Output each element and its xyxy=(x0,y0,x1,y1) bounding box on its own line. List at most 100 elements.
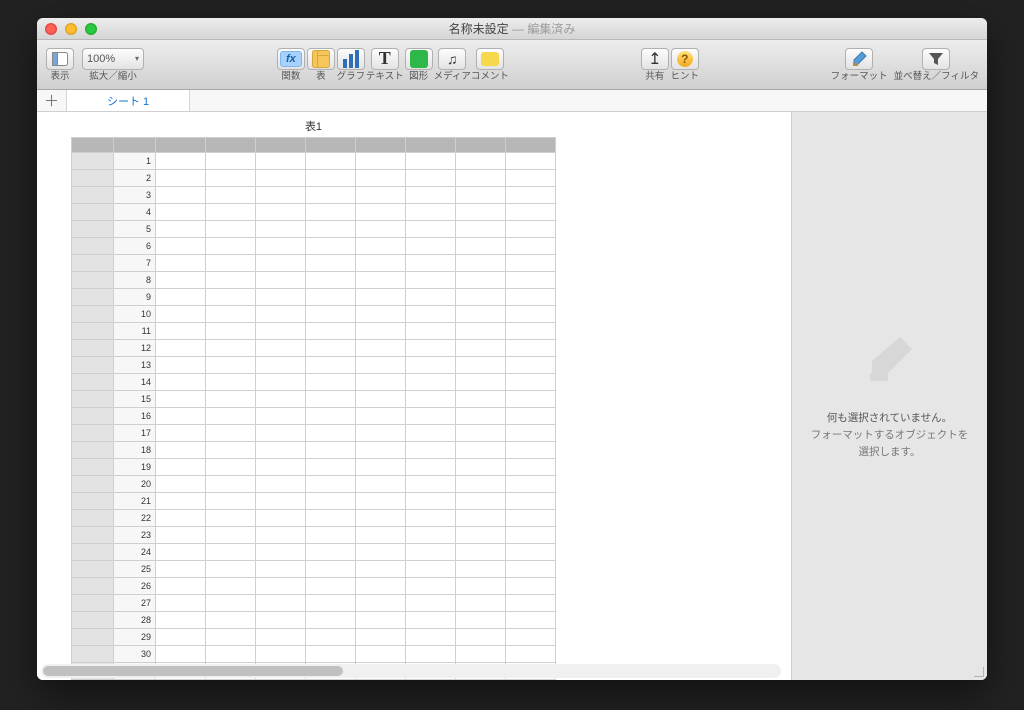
row-header[interactable] xyxy=(72,442,114,459)
cell[interactable] xyxy=(506,425,556,442)
cell[interactable] xyxy=(406,629,456,646)
row-label[interactable]: 26 xyxy=(114,578,156,595)
cell[interactable] xyxy=(406,255,456,272)
cell[interactable] xyxy=(506,476,556,493)
cell[interactable] xyxy=(206,187,256,204)
row-label[interactable]: 15 xyxy=(114,391,156,408)
cell[interactable] xyxy=(156,442,206,459)
cell[interactable] xyxy=(406,391,456,408)
row-label[interactable]: 18 xyxy=(114,442,156,459)
row-header[interactable] xyxy=(72,340,114,357)
cell[interactable] xyxy=(356,646,406,663)
cell[interactable] xyxy=(456,561,506,578)
cell[interactable] xyxy=(306,510,356,527)
cell[interactable] xyxy=(356,187,406,204)
cell[interactable] xyxy=(206,255,256,272)
cell[interactable] xyxy=(256,578,306,595)
cell[interactable] xyxy=(356,510,406,527)
cell[interactable] xyxy=(206,170,256,187)
cell[interactable] xyxy=(356,612,406,629)
cell[interactable] xyxy=(156,510,206,527)
cell[interactable] xyxy=(506,578,556,595)
cell[interactable] xyxy=(256,493,306,510)
cell[interactable] xyxy=(306,612,356,629)
cell[interactable] xyxy=(306,459,356,476)
cell[interactable] xyxy=(156,238,206,255)
cell[interactable] xyxy=(506,221,556,238)
cell[interactable] xyxy=(256,323,306,340)
row-header[interactable] xyxy=(72,357,114,374)
chart-button[interactable] xyxy=(337,48,365,70)
cell[interactable] xyxy=(256,476,306,493)
cell[interactable] xyxy=(206,357,256,374)
cell[interactable] xyxy=(406,578,456,595)
cell[interactable] xyxy=(306,408,356,425)
cell[interactable] xyxy=(356,170,406,187)
row-header[interactable] xyxy=(72,306,114,323)
cell[interactable] xyxy=(156,391,206,408)
cell[interactable] xyxy=(506,306,556,323)
cell[interactable] xyxy=(456,238,506,255)
cell[interactable] xyxy=(156,153,206,170)
row-label[interactable]: 29 xyxy=(114,629,156,646)
cell[interactable] xyxy=(156,340,206,357)
cell[interactable] xyxy=(506,153,556,170)
cell[interactable] xyxy=(156,306,206,323)
cell[interactable] xyxy=(356,595,406,612)
cell[interactable] xyxy=(156,289,206,306)
cell[interactable] xyxy=(256,238,306,255)
cell[interactable] xyxy=(156,187,206,204)
cell[interactable] xyxy=(456,357,506,374)
cell[interactable] xyxy=(306,340,356,357)
cell[interactable] xyxy=(306,255,356,272)
cell[interactable] xyxy=(456,629,506,646)
cell[interactable] xyxy=(356,323,406,340)
cell[interactable] xyxy=(506,238,556,255)
media-button[interactable]: ♫ xyxy=(438,48,466,70)
row-label[interactable]: 20 xyxy=(114,476,156,493)
cell[interactable] xyxy=(306,374,356,391)
row-label[interactable]: 24 xyxy=(114,544,156,561)
cell[interactable] xyxy=(206,510,256,527)
cell[interactable] xyxy=(206,578,256,595)
cell[interactable] xyxy=(456,289,506,306)
canvas[interactable]: 表1 1234567891011121314151617181920212223… xyxy=(37,112,791,680)
cell[interactable] xyxy=(256,306,306,323)
cell[interactable] xyxy=(356,459,406,476)
cell[interactable] xyxy=(406,306,456,323)
cell[interactable] xyxy=(506,408,556,425)
close-icon[interactable] xyxy=(45,23,57,35)
cell[interactable] xyxy=(156,255,206,272)
cell[interactable] xyxy=(406,425,456,442)
table-button[interactable] xyxy=(307,48,335,70)
cell[interactable] xyxy=(356,153,406,170)
row-header[interactable] xyxy=(72,408,114,425)
cell[interactable] xyxy=(206,629,256,646)
cell[interactable] xyxy=(206,323,256,340)
cell[interactable] xyxy=(406,187,456,204)
cell[interactable] xyxy=(206,459,256,476)
row-label[interactable]: 3 xyxy=(114,187,156,204)
row-header[interactable] xyxy=(72,374,114,391)
cell[interactable] xyxy=(456,459,506,476)
cell[interactable] xyxy=(306,221,356,238)
cell[interactable] xyxy=(506,374,556,391)
cell[interactable] xyxy=(456,306,506,323)
tab-sheet-1[interactable]: シート 1 xyxy=(67,90,190,111)
row-label[interactable]: 6 xyxy=(114,238,156,255)
row-label[interactable]: 9 xyxy=(114,289,156,306)
sheet-grid[interactable]: 1234567891011121314151617181920212223242… xyxy=(71,137,556,680)
cell[interactable] xyxy=(356,425,406,442)
cell[interactable] xyxy=(256,170,306,187)
cell[interactable] xyxy=(356,238,406,255)
row-header[interactable] xyxy=(72,612,114,629)
cell[interactable] xyxy=(156,612,206,629)
cell[interactable] xyxy=(256,595,306,612)
cell[interactable] xyxy=(456,323,506,340)
cell[interactable] xyxy=(456,612,506,629)
cell[interactable] xyxy=(506,391,556,408)
cell[interactable] xyxy=(356,255,406,272)
cell[interactable] xyxy=(256,153,306,170)
cell[interactable] xyxy=(506,595,556,612)
cell[interactable] xyxy=(306,357,356,374)
